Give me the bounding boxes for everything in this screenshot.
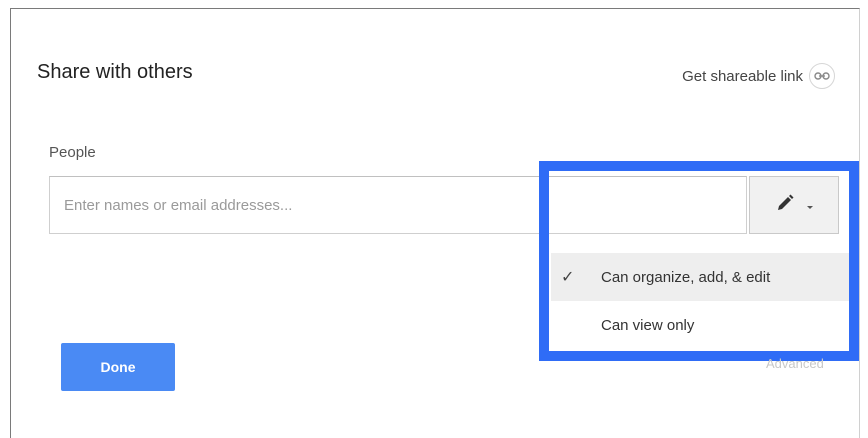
dialog-title: Share with others — [37, 61, 193, 83]
check-icon: ✓ — [561, 269, 575, 286]
permission-dropdown-button[interactable] — [749, 176, 839, 234]
share-link-label: Get shareable link — [682, 67, 803, 85]
menu-item-view-only[interactable]: Can view only — [551, 301, 851, 349]
people-label: People — [49, 144, 96, 161]
menu-item-label: Can view only — [601, 316, 695, 334]
menu-item-label: Can organize, add, & edit — [601, 268, 771, 286]
pencil-icon — [775, 193, 795, 218]
people-input[interactable] — [49, 176, 747, 234]
get-shareable-link[interactable]: Get shareable link — [682, 63, 835, 89]
link-icon[interactable] — [809, 63, 835, 89]
done-button[interactable]: Done — [61, 343, 175, 391]
permission-menu: ✓ Can organize, add, & edit Can view onl… — [551, 249, 851, 348]
advanced-link[interactable]: Advanced — [766, 356, 824, 371]
menu-item-organize-add-edit[interactable]: ✓ Can organize, add, & edit — [551, 253, 851, 301]
caret-down-icon — [807, 205, 813, 209]
share-dialog: Share with others Get shareable link Peo… — [10, 8, 860, 438]
